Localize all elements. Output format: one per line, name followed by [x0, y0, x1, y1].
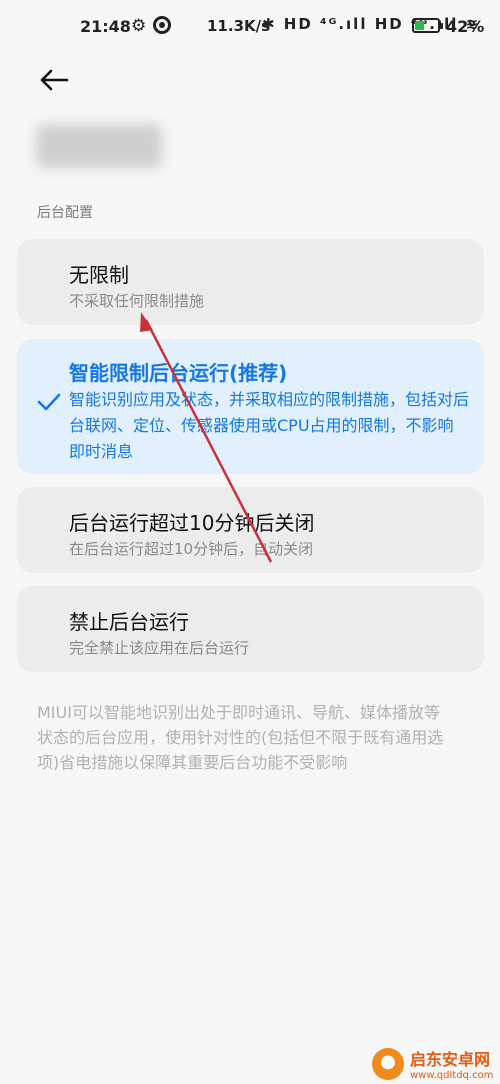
watermark-logo-icon	[372, 1047, 404, 1080]
status-time: 21:48	[80, 17, 131, 36]
option-no-restriction[interactable]: 无限制 不采取任何限制措施	[17, 239, 484, 325]
watermark-title: 启东安卓网	[410, 1050, 491, 1069]
option-forbid-background[interactable]: 禁止后台运行 完全禁止该应用在后台运行	[17, 586, 484, 672]
option-title: 无限制	[69, 263, 129, 287]
option-subtitle: 智能识别应用及状态，并采取相应的限制措施，包括对后台联网、定位、传感器使用或CP…	[69, 390, 470, 461]
gear-icon: ⚙	[131, 16, 147, 36]
battery-percent: 42%	[446, 17, 485, 36]
status-bar: 21:48 ⚙ 11.3K/s ✱ HD ⁴ᴳ.ıll HD ⁴ᴳ.ıll ≋ …	[0, 0, 500, 56]
option-title: 禁止后台运行	[69, 610, 189, 634]
battery-icon	[412, 18, 443, 33]
watermark-url: www.qdltdq.com	[410, 1070, 494, 1081]
back-button[interactable]	[34, 62, 74, 98]
option-subtitle: 完全禁止该应用在后台运行	[69, 639, 250, 657]
app-name-blurred	[36, 124, 162, 168]
arrow-left-icon	[40, 69, 69, 91]
option-title: 后台运行超过10分钟后关闭	[69, 511, 315, 535]
section-label: 后台配置	[37, 205, 93, 221]
option-subtitle: 在后台运行超过10分钟后，自动关闭	[69, 540, 314, 558]
option-subtitle: 不采取任何限制措施	[69, 292, 205, 310]
option-smart-restriction[interactable]: 智能限制后台运行(推荐) 智能识别应用及状态，并采取相应的限制措施，包括对后台联…	[17, 339, 484, 474]
app-status-icon	[153, 16, 171, 34]
footer-note: MIUI可以智能地识别出处于即时通讯、导航、媒体播放等状态的后台应用，使用针对性…	[37, 703, 444, 772]
checkmark-icon	[37, 393, 61, 411]
network-speed: 11.3K/s	[207, 17, 271, 35]
option-close-after-10min[interactable]: 后台运行超过10分钟后关闭 在后台运行超过10分钟后，自动关闭	[17, 487, 484, 573]
watermark: 启东安卓网 www.qdltdq.com	[372, 1046, 493, 1081]
option-title: 智能限制后台运行(推荐)	[69, 361, 288, 385]
